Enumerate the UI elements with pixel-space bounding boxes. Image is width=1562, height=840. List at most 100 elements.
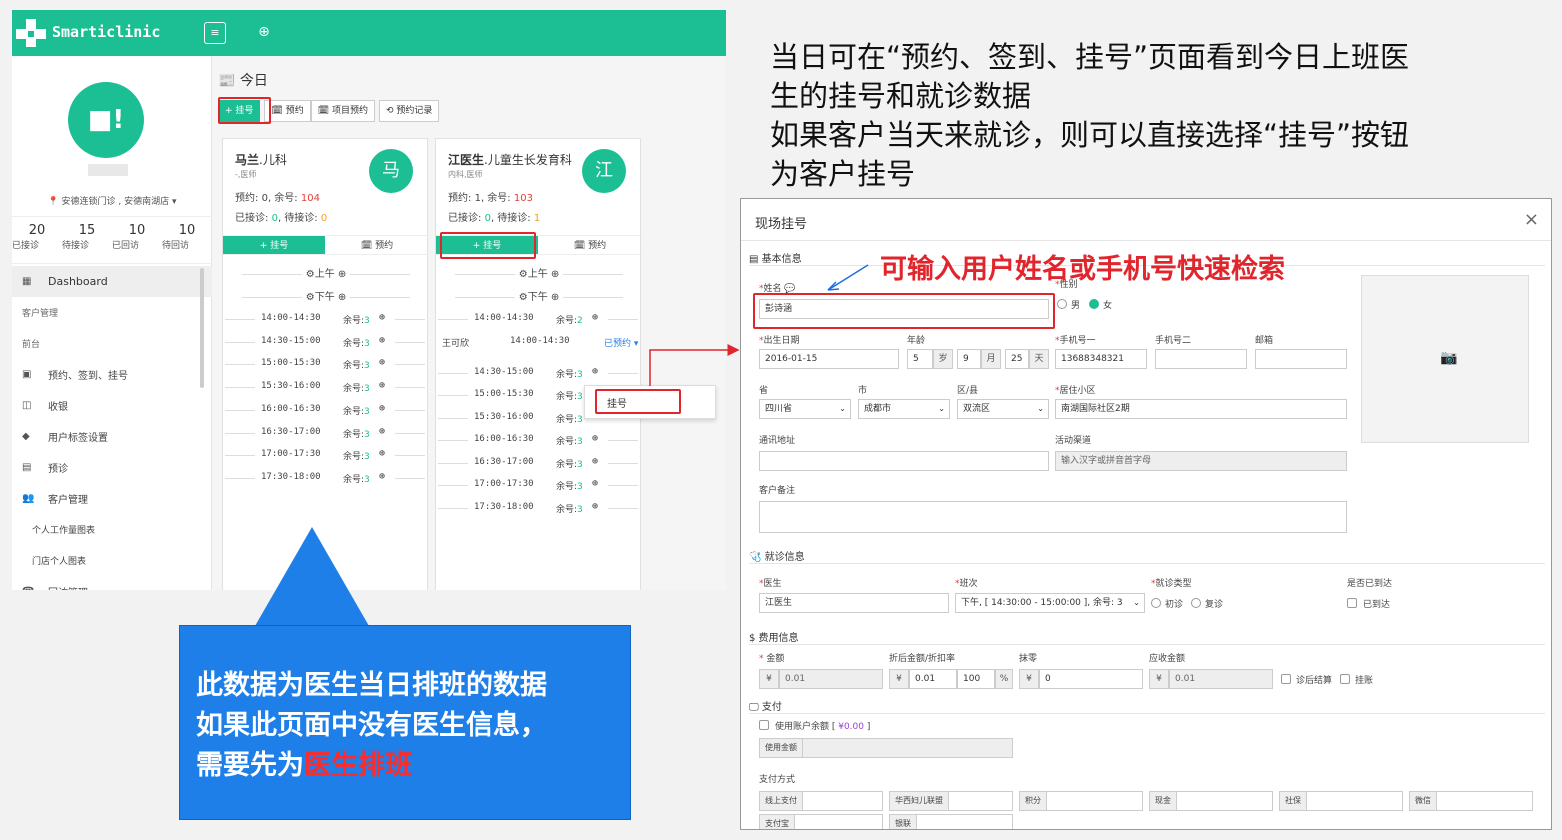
sidebar-item[interactable]: ▣ 预约、签到、挂号 [12,359,212,390]
add-icon[interactable]: ⊕ [253,22,275,44]
sidebar-item[interactable]: ▦ Dashboard [12,266,212,297]
email-input[interactable] [1255,349,1347,369]
sidebar-item[interactable]: ☎ 回访管理 [12,576,212,590]
sidebar-item[interactable]: 客户管理 [12,297,212,328]
shift-select[interactable]: 下午, [ 14:30:00 - 15:00:00 ], 余号: 3 ⌄ [955,593,1145,613]
rounding-input[interactable]: 0 [1039,669,1143,689]
pay-method-field[interactable]: 支付宝 [759,814,883,829]
time-slot[interactable]: 17:30-18:00 余号:3 ⊕ [223,469,429,487]
stat-item[interactable]: 15 待接诊 [62,217,112,263]
stat-item[interactable]: 20 已接诊 [12,217,62,263]
receivable-input[interactable]: 0.01 [1169,669,1273,689]
phone1-input[interactable]: 13688348321 [1055,349,1147,369]
stat-item[interactable]: 10 已回访 [112,217,162,263]
age-month-input[interactable]: 9 [957,349,981,369]
morning-period[interactable]: ⚙上午 ⊕ [436,265,642,280]
add-circle-icon[interactable]: ⊕ [379,380,385,391]
sidebar-item[interactable]: 前台 [12,328,212,359]
stat-item[interactable]: 10 待回访 [162,217,212,263]
phone2-input[interactable] [1155,349,1247,369]
sidebar-item[interactable]: 个人工作量图表 [12,514,212,545]
time-slot[interactable]: 16:00-16:30 余号:3 ⊕ [436,431,642,449]
time-slot[interactable]: 14:30-15:00 余号:3 ⊕ [436,364,642,382]
popup-register-item[interactable]: 挂号 [607,395,627,410]
add-circle-icon[interactable]: ⊕ [379,312,385,323]
doctor-input[interactable]: 江医生 [759,593,949,613]
project-appointment-button[interactable]: 🗓 项目预约 [310,100,375,122]
appointment-button[interactable]: 🗓 预约 [264,100,311,122]
morning-period[interactable]: ⚙上午 ⊕ [223,265,429,280]
gender-female-radio[interactable] [1089,299,1099,309]
add-circle-icon[interactable]: ⊕ [592,501,598,512]
time-slot[interactable]: 16:00-16:30 余号:3 ⊕ [223,401,429,419]
city-select[interactable]: 成都市 ⌄ [858,399,950,419]
photo-upload[interactable]: 📷 [1361,275,1529,443]
menu-toggle-icon[interactable]: ≡ [204,22,226,44]
channel-input[interactable]: 输入汉字或拼音首字母 [1055,451,1347,471]
time-slot[interactable]: 15:00-15:30 余号:3 ⊕ [223,355,429,373]
add-circle-icon[interactable]: ⊕ [379,335,385,346]
pay-method-field[interactable]: 积分 [1019,791,1143,811]
add-circle-icon[interactable]: ⊕ [379,448,385,459]
use-balance-checkbox[interactable] [759,720,769,730]
first-visit-radio[interactable] [1151,598,1161,608]
sidebar-item[interactable]: ◆ 用户标签设置 [12,421,212,452]
card-register-button[interactable]: + 挂号 [223,236,325,254]
add-circle-icon[interactable]: ⊕ [379,403,385,414]
district-select[interactable]: 双流区 ⌄ [957,399,1049,419]
time-slot[interactable]: 14:00-14:30 余号:2 ⊕ [436,310,642,328]
add-circle-icon[interactable]: ⊕ [592,433,598,444]
afternoon-period[interactable]: ⚙下午 ⊕ [436,288,642,303]
afternoon-period[interactable]: ⚙下午 ⊕ [223,288,429,303]
pay-method-field[interactable]: 社保 [1279,791,1403,811]
time-slot[interactable]: 16:30-17:00 余号:3 ⊕ [436,454,642,472]
sidebar-item[interactable]: ▤ 预诊 [12,452,212,483]
add-circle-icon[interactable]: ⊕ [379,426,385,437]
close-icon[interactable]: × [1524,209,1539,230]
age-year-input[interactable]: 5 [907,349,933,369]
amount-input[interactable]: 0.01 [779,669,883,689]
add-circle-icon[interactable]: ⊕ [592,478,598,489]
sidebar-scrollbar[interactable] [200,268,204,388]
return-visit-radio[interactable] [1191,598,1201,608]
add-circle-icon[interactable]: ⊕ [592,366,598,377]
card-appointment-button[interactable]: 🗓 预约 [325,236,429,254]
add-circle-icon[interactable]: ⊕ [592,456,598,467]
time-slot[interactable]: 14:30-15:00 余号:3 ⊕ [223,333,429,351]
discount-amount-input[interactable]: 0.01 [909,669,957,689]
remark-textarea[interactable] [759,501,1347,533]
sidebar-item[interactable]: ◫ 收银 [12,390,212,421]
user-avatar[interactable]: ■! [68,82,144,158]
sidebar-item[interactable]: 👥 客户管理 [12,483,212,514]
time-slot[interactable]: 15:30-16:00 余号:3 ⊕ [223,378,429,396]
community-input[interactable]: 南湖国际社区2期 [1055,399,1347,419]
pay-method-field[interactable]: 银联 [889,814,1013,829]
use-amount-field[interactable]: 使用金额 [759,738,1013,758]
sidebar-item[interactable]: 门店个人图表 [12,545,212,576]
arrived-checkbox[interactable] [1347,598,1357,608]
discount-rate-input[interactable]: 100 [957,669,995,689]
dob-input[interactable]: 2016-01-15 [759,349,899,369]
time-slot[interactable]: 16:30-17:00 余号:3 ⊕ [223,424,429,442]
booked-status-dropdown[interactable]: 已预约 ▾ [604,336,638,349]
time-slot[interactable]: 17:30-18:00 余号:3 ⊕ [436,499,642,517]
store-selector[interactable]: 📍 安德连锁门诊 , 安德南湖店 ▾ [12,194,212,207]
add-circle-icon[interactable]: ⊕ [379,357,385,368]
pay-method-field[interactable]: 微信 [1409,791,1533,811]
card-appointment-button[interactable]: 🗓 预约 [538,236,642,254]
time-slot[interactable]: 17:00-17:30 余号:3 ⊕ [223,446,429,464]
province-select[interactable]: 四川省 ⌄ [759,399,851,419]
after-settle-checkbox[interactable] [1281,674,1291,684]
add-circle-icon[interactable]: ⊕ [379,471,385,482]
pay-method-field[interactable]: 线上支付 [759,791,883,811]
add-circle-icon[interactable]: ⊕ [592,312,598,323]
pay-method-field[interactable]: 现金 [1149,791,1273,811]
pay-method-field[interactable]: 华西妇儿联盟 [889,791,1013,811]
time-slot[interactable]: 14:00-14:30 余号:3 ⊕ [223,310,429,328]
gender-male-radio[interactable] [1057,299,1067,309]
on-account-checkbox[interactable] [1340,674,1350,684]
address-input[interactable] [759,451,1049,471]
age-day-input[interactable]: 25 [1005,349,1029,369]
appointment-records-button[interactable]: ⟲ 预约记录 [379,100,440,122]
time-slot[interactable]: 17:00-17:30 余号:3 ⊕ [436,476,642,494]
